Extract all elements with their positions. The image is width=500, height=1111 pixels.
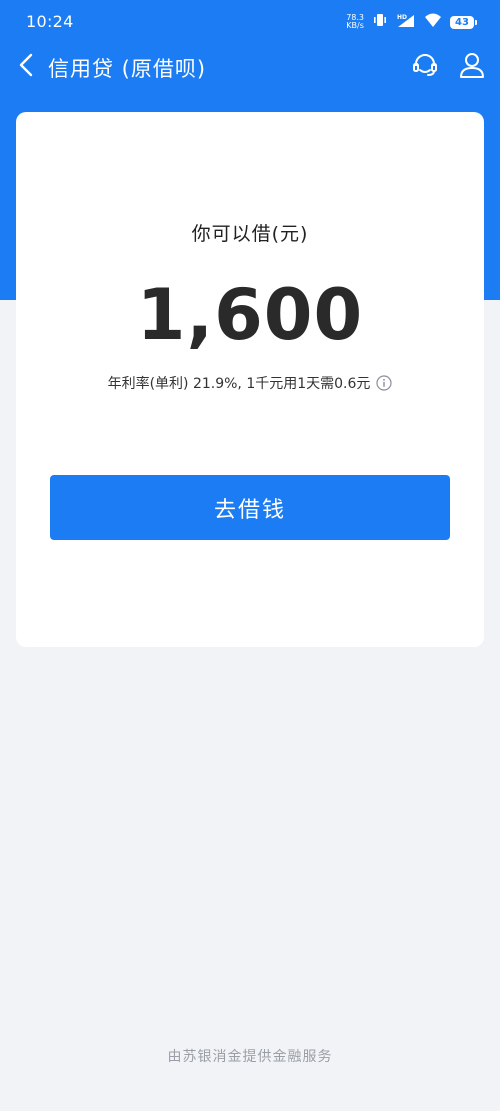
battery-icon: 43 [450, 15, 477, 29]
status-icons: 78.3 KB/s HD 43 [346, 12, 477, 32]
back-button[interactable] [12, 52, 42, 82]
customer-service-button[interactable] [410, 52, 440, 82]
loan-card: 你可以借(元) 1,600 年利率(单利) 21.9%, 1千元用1天需0.6元… [16, 112, 484, 647]
svg-text:HD: HD [397, 14, 407, 21]
provider-footer: 由苏银消金提供金融服务 [167, 1049, 333, 1065]
wifi-icon [424, 12, 442, 32]
back-arrow-icon [17, 53, 37, 81]
user-icon [458, 51, 486, 83]
interest-rate-row: 年利率(单利) 21.9%, 1千元用1天需0.6元 [16, 373, 484, 393]
info-icon[interactable] [376, 375, 393, 391]
network-speed: 78.3 KB/s [346, 14, 364, 30]
limit-label: 你可以借(元) [191, 223, 309, 245]
network-speed-unit: KB/s [346, 21, 364, 30]
profile-button[interactable] [457, 52, 487, 82]
status-time: 10:24 [26, 12, 74, 31]
limit-amount: 1,600 [136, 274, 364, 356]
vibrate-icon [372, 12, 388, 32]
page-title: 信用贷 (原借呗) [48, 57, 207, 81]
headset-icon [411, 51, 439, 83]
borrow-button[interactable]: 去借钱 [50, 475, 450, 540]
interest-rate-text: 年利率(单利) 21.9%, 1千元用1天需0.6元 [107, 376, 371, 392]
hd-signal-icon: HD [396, 12, 416, 32]
status-bar: 10:24 78.3 KB/s HD 43 [0, 0, 500, 44]
navigation-bar: 信用贷 (原借呗) [0, 44, 500, 90]
